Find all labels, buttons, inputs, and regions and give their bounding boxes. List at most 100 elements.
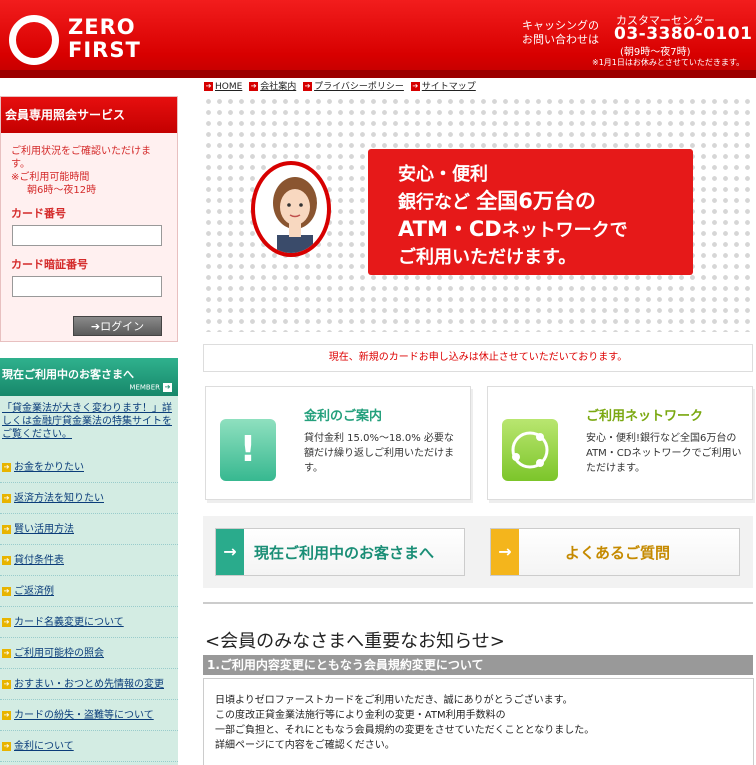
network-title: ご利用ネットワーク bbox=[586, 409, 704, 424]
member-sub-label: MEMBER bbox=[129, 383, 160, 392]
login-description: ご利用状況をご確認いただけます。 ※ご利用可能時間 朝6時〜夜12時 bbox=[1, 133, 177, 197]
nav-link-company[interactable]: 会社案内 bbox=[260, 82, 296, 92]
important-notice-title: <会員のみなさまへ重要なお知らせ> bbox=[205, 631, 505, 652]
hero-line-3a: ATM・CD bbox=[398, 217, 502, 241]
faq-label: よくあるご質問 bbox=[565, 544, 671, 562]
arrow-icon: ➔ bbox=[2, 741, 11, 751]
logo-text[interactable]: ZERO FIRST bbox=[68, 16, 141, 62]
site-header: ZERO FIRST キャッシングの お問い合わせは カスタマーセンター 03-… bbox=[0, 0, 756, 78]
atm-network-banner: 安心・便利 銀行など 全国6万台の ATM・CDネットワークで ご利用いただけま… bbox=[368, 149, 693, 275]
header-shadow-band bbox=[0, 70, 756, 78]
interest-rate-card[interactable]: ! 金利のご案内 貸付金利 15.0%〜18.0% 必要な額だけ繰り返しご利用い… bbox=[205, 386, 471, 500]
arrow-icon: ➔ bbox=[249, 82, 259, 91]
menu-item[interactable]: ➔ ご利用可能枠の照会 bbox=[0, 638, 178, 669]
nav-link-privacy[interactable]: プライバシーポリシー bbox=[314, 82, 404, 92]
member-menu: 「貸金業法が大きく変わります！」詳しくは金融庁貸金業法の特集サイトをご覧ください… bbox=[0, 396, 178, 765]
arrow-icon: ➔ bbox=[2, 617, 11, 627]
menu-item[interactable]: ➔ 金利について bbox=[0, 731, 178, 762]
divider bbox=[203, 602, 753, 604]
notice-line-2: この度改正貸金業法施行等により金利の変更・ATM利用手数料の bbox=[215, 710, 506, 721]
menu-item[interactable]: ➔ カードの紛失・盗難等について bbox=[0, 700, 178, 731]
logo-ring-icon[interactable] bbox=[9, 15, 59, 65]
menu-item-label: 金利について bbox=[14, 741, 74, 752]
network-card[interactable]: ご利用ネットワーク 安心・便利!銀行など全国6万台のATM・CDネットワークでご… bbox=[487, 386, 753, 500]
arrow-icon: ➔ bbox=[204, 82, 213, 91]
hero-line-2: 銀行など 全国6万台の bbox=[398, 188, 693, 216]
faq-button[interactable]: → よくあるご質問 bbox=[490, 528, 740, 576]
sidebar: 会員専用照会サービス ご利用状況をご確認いただけます。 ※ご利用可能時間 朝6時… bbox=[0, 96, 178, 765]
phone-number: 03-3380-0101 bbox=[614, 24, 753, 44]
login-title: 会員専用照会サービス bbox=[1, 97, 177, 133]
cashing-line-2: お問い合わせは bbox=[522, 33, 599, 46]
notice-item-title: 1.ご利用内容変更にともなう会員規約変更について bbox=[203, 655, 753, 675]
cashing-line-1: キャッシングの bbox=[522, 19, 599, 32]
menu-item-label: 返済方法を知りたい bbox=[14, 493, 104, 504]
arrow-icon: ➔ bbox=[2, 524, 11, 534]
hero-line-3: ATM・CDネットワークで bbox=[398, 216, 693, 244]
notice-line-3: 一部ご負担と、それにともなう会員規約の変更をさせていただくこととなりました。 bbox=[215, 725, 595, 736]
menu-item-label: カードの紛失・盗難等について bbox=[14, 710, 154, 721]
arrow-icon: ➔ bbox=[2, 679, 11, 689]
current-customers-label: 現在ご利用中のお客さまへ bbox=[254, 544, 435, 562]
menu-item-label: ご返済例 bbox=[14, 586, 54, 597]
action-buttons-area: → 現在ご利用中のお客さまへ → よくあるご質問 bbox=[203, 516, 753, 588]
hero-line-4: ご利用いただけます。 bbox=[398, 247, 577, 268]
arrow-icon: ➔ bbox=[303, 82, 313, 91]
login-desc-1: ご利用状況をご確認いただけます。 bbox=[11, 146, 151, 170]
hero-banner: 安心・便利 銀行など 全国6万台の ATM・CDネットワークで ご利用いただけま… bbox=[203, 96, 756, 332]
menu-item[interactable]: ➔ おすまい・おつとめ先情報の変更 bbox=[0, 669, 178, 700]
menu-item[interactable]: ➔ 賢い活用方法 bbox=[0, 514, 178, 545]
arrow-icon: ➔ bbox=[2, 586, 11, 596]
pin-input[interactable] bbox=[12, 276, 162, 297]
exclamation-icon: ! bbox=[220, 419, 276, 481]
arrow-icon: ➔ bbox=[2, 493, 11, 503]
menu-item-label: お金をかりたい bbox=[14, 462, 84, 473]
menu-item[interactable]: ➔ カード名義変更について bbox=[0, 607, 178, 638]
arrow-icon: ➔ bbox=[2, 555, 11, 565]
member-subtitle: MEMBER ➔ bbox=[129, 383, 172, 392]
menu-item-label: ご利用可能枠の照会 bbox=[14, 648, 104, 659]
menu-item-label: 貸付条件表 bbox=[14, 555, 64, 566]
menu-item[interactable]: ➔ 返済方法を知りたい bbox=[0, 483, 178, 514]
menu-item-label: 賢い活用方法 bbox=[14, 524, 74, 535]
logo-line-2: FIRST bbox=[68, 38, 141, 62]
woman-avatar-icon bbox=[251, 161, 331, 257]
card-number-input[interactable] bbox=[12, 225, 162, 246]
interest-rate-title: 金利のご案内 bbox=[304, 409, 383, 424]
cashing-inquiry-label: キャッシングの お問い合わせは bbox=[522, 19, 599, 47]
network-icon bbox=[502, 419, 558, 481]
login-desc-3: 朝6時〜夜12時 bbox=[27, 185, 97, 196]
interest-rate-body: 貸付金利 15.0%〜18.0% 必要な額だけ繰り返しご利用いただけます。 bbox=[304, 433, 454, 474]
login-button[interactable]: ➔ログイン bbox=[73, 316, 162, 336]
pin-label: カード暗証番号 bbox=[11, 258, 88, 271]
menu-item[interactable]: ➔ ご返済例 bbox=[0, 576, 178, 607]
arrow-right-icon: → bbox=[216, 529, 244, 575]
current-customers-button[interactable]: → 現在ご利用中のお客さまへ bbox=[215, 528, 465, 576]
member-section-header[interactable]: 現在ご利用中のお客さまへ MEMBER ➔ bbox=[0, 358, 178, 396]
menu-item[interactable]: ➔ お金をかりたい bbox=[0, 452, 178, 483]
notice-line-4: 詳細ページにて内容をご確認ください。 bbox=[215, 740, 395, 751]
center-hours: (朝9時〜夜7時) bbox=[620, 47, 691, 58]
arrow-icon: ➔ bbox=[2, 462, 11, 472]
law-change-notice-link[interactable]: 「貸金業法が大きく変わります！」詳しくは金融庁貸金業法の特集サイトをご覧ください… bbox=[0, 402, 178, 441]
arrow-icon: ➔ bbox=[163, 383, 172, 392]
login-panel: 会員専用照会サービス ご利用状況をご確認いただけます。 ※ご利用可能時間 朝6時… bbox=[0, 96, 178, 342]
menu-item-label: おすまい・おつとめ先情報の変更 bbox=[14, 679, 164, 690]
notice-item-body: 日頃よりゼロファーストカードをご利用いただき、誠にありがとうございます。 この度… bbox=[203, 678, 754, 765]
menu-item[interactable]: ➔ 貸付条件表 bbox=[0, 545, 178, 576]
login-button-label: ログイン bbox=[100, 320, 145, 333]
hero-line-2b: 全国6万台の bbox=[476, 189, 596, 213]
card-number-label: カード番号 bbox=[11, 207, 66, 220]
arrow-icon: ➔ bbox=[2, 710, 11, 720]
login-desc-2: ※ご利用可能時間 bbox=[11, 172, 90, 183]
hero-line-3b: ネットワークで bbox=[501, 220, 628, 241]
holiday-note: ※1月1日はお休みとさせていただきます。 bbox=[592, 58, 745, 67]
nav-link-home[interactable]: HOME bbox=[215, 82, 242, 92]
nav-link-sitemap[interactable]: サイトマップ bbox=[422, 82, 476, 92]
arrow-right-icon: ➔ bbox=[90, 320, 101, 333]
menu-item-label: カード名義変更について bbox=[14, 617, 124, 628]
member-title: 現在ご利用中のお客さまへ bbox=[2, 368, 134, 381]
logo-line-1: ZERO bbox=[68, 15, 136, 39]
arrow-icon: ➔ bbox=[410, 82, 420, 91]
arrow-icon: ➔ bbox=[2, 648, 11, 658]
